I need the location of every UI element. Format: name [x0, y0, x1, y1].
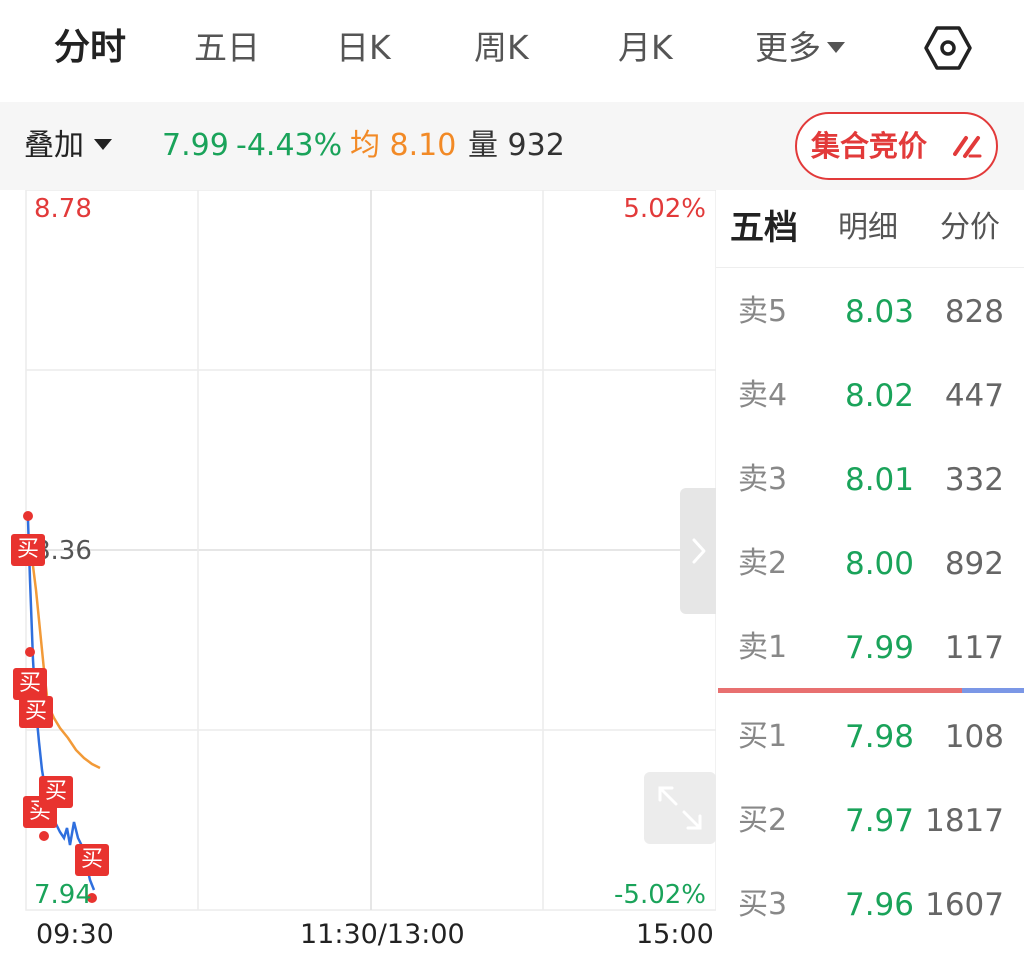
buy-marker[interactable]: 买 [19, 696, 53, 728]
sell-level-2: 卖2 8.00 892 [716, 522, 1024, 606]
level-label: 买1 [738, 719, 788, 754]
auction-slash-icon [953, 136, 982, 158]
time-axis-start: 09:30 [36, 919, 114, 950]
average-value: 8.10 [389, 128, 457, 163]
price-axis-top: 8.78 [34, 194, 92, 224]
buy-marker-dot [39, 831, 49, 841]
intraday-chart[interactable]: 8.78 8.36 7.94 5.02% -5.02% 09:30 11:30/… [0, 190, 716, 953]
level-price: 7.97 [844, 803, 914, 839]
tab-more[interactable]: 更多 [755, 22, 845, 74]
order-book-toggle[interactable] [680, 488, 716, 614]
level-volume: 447 [944, 378, 1004, 414]
sell-level-1: 卖1 7.99 117 [716, 606, 1024, 690]
tab-five-levels[interactable]: 五档 [730, 204, 798, 252]
call-auction-button[interactable]: 集合竞价 [795, 112, 998, 180]
level-volume: 1817 [925, 803, 1004, 839]
buy-level-1: 买1 7.98 108 [716, 695, 1024, 779]
level-price: 7.98 [844, 719, 914, 755]
tab-price-breakdown[interactable]: 分价 [940, 204, 1000, 252]
level-volume: 1607 [925, 887, 1004, 923]
call-auction-label: 集合竞价 [811, 129, 928, 163]
caret-down-icon [827, 42, 845, 53]
chevron-right-icon [692, 538, 706, 564]
average-price-line [28, 551, 101, 770]
tab-daily-k[interactable]: 日K [336, 22, 391, 74]
volume-label: 量 [468, 128, 498, 163]
sell-level-3: 卖3 8.01 332 [716, 438, 1024, 522]
level-label: 卖3 [738, 462, 788, 497]
bid-ask-ratio-bar [718, 688, 1024, 693]
tab-five-day[interactable]: 五日 [194, 22, 260, 74]
time-axis-end: 15:00 [636, 919, 714, 950]
level-label: 卖4 [738, 378, 788, 413]
overlay-label: 叠加 [24, 128, 84, 163]
level-volume: 892 [944, 546, 1004, 582]
percent-axis-top: 5.02% [623, 194, 706, 224]
buy-marker[interactable]: 买 [39, 776, 73, 808]
tab-weekly-k[interactable]: 周K [474, 22, 529, 74]
period-tabs: 分时 五日 日K 周K 月K 更多 [0, 0, 1024, 100]
buy-level-3: 买3 7.96 1607 [716, 863, 1024, 947]
level-label: 买3 [738, 887, 788, 922]
level-price: 7.96 [844, 887, 914, 923]
level-volume: 108 [944, 719, 1004, 755]
change-percent: -4.43% [236, 128, 343, 163]
level-volume: 828 [944, 294, 1004, 330]
buy-marker[interactable]: 买 [11, 534, 45, 566]
level-label: 卖1 [738, 630, 788, 665]
tab-details[interactable]: 明细 [838, 204, 898, 252]
order-book-tabs: 五档 明细 分价 [716, 190, 1024, 268]
buy-marker-dot [25, 647, 35, 657]
bid-ratio-segment [962, 688, 1024, 693]
percent-axis-bottom: -5.02% [614, 880, 706, 910]
caret-down-icon [94, 139, 112, 150]
level-label: 买2 [738, 803, 788, 838]
sell-level-4: 卖4 8.02 447 [716, 354, 1024, 438]
level-label: 卖5 [738, 294, 788, 329]
buy-marker[interactable]: 买 [75, 844, 109, 876]
level-label: 卖2 [738, 546, 788, 581]
time-axis-mid: 11:30/13:00 [300, 919, 465, 950]
level-volume: 117 [944, 630, 1004, 666]
volume-value: 932 [507, 128, 565, 163]
price-axis-bottom: 7.94 [34, 880, 92, 910]
level-price: 7.99 [844, 630, 914, 666]
volume: 量 932 [468, 124, 565, 168]
settings-button[interactable] [920, 20, 976, 76]
average-price: 均 8.10 [350, 124, 456, 168]
fullscreen-button[interactable] [644, 772, 716, 844]
level-price: 8.03 [844, 294, 914, 330]
chart-grid [23, 190, 716, 911]
ask-ratio-segment [718, 688, 962, 693]
tab-intraday[interactable]: 分时 [54, 22, 126, 74]
expand-icon [658, 786, 702, 830]
overlay-selector[interactable]: 叠加 [24, 124, 112, 168]
level-volume: 332 [944, 462, 1004, 498]
tab-monthly-k[interactable]: 月K [618, 22, 673, 74]
order-book-panel: 五档 明细 分价 卖5 8.03 828 卖4 8.02 447 卖3 8.01… [716, 190, 1024, 953]
level-price: 8.02 [844, 378, 914, 414]
buy-level-2: 买2 7.97 1817 [716, 779, 1024, 863]
average-label: 均 [350, 128, 380, 163]
hexagon-settings-icon [924, 26, 972, 70]
tab-more-label: 更多 [755, 28, 821, 67]
level-price: 8.01 [844, 462, 914, 498]
buy-marker-dot [23, 511, 33, 521]
sell-level-5: 卖5 8.03 828 [716, 270, 1024, 354]
current-price: 7.99 [162, 128, 229, 163]
level-price: 8.00 [844, 546, 914, 582]
